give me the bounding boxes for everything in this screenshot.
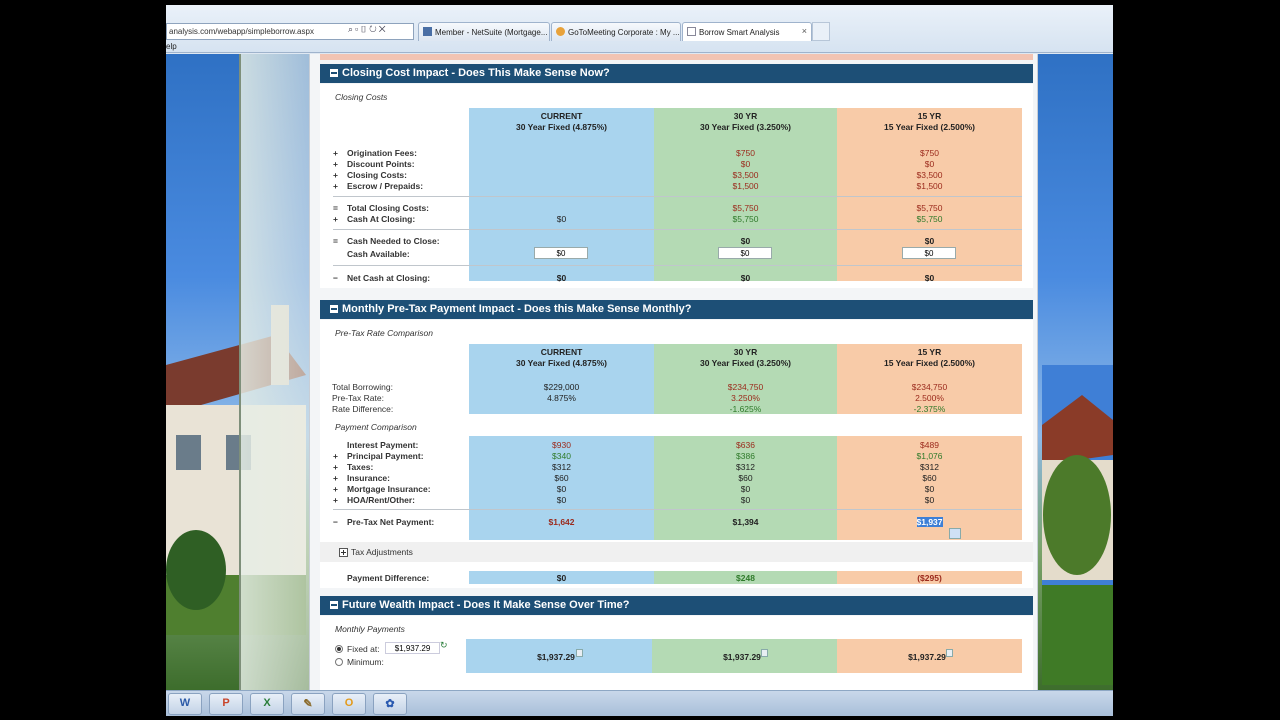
section-title: Closing Cost Impact - Does This Make Sen… [342, 67, 610, 79]
address-bar-icons[interactable]: ⌕▫▯↻✕ [348, 24, 388, 35]
payment-comparison-subtitle: Payment Comparison [335, 422, 417, 432]
tab-borrow-smart[interactable]: Borrow Smart Analysis × [682, 22, 812, 41]
fixed-amount-input[interactable]: $1,937.29 [385, 642, 440, 654]
section-title: Monthly Pre-Tax Payment Impact - Does th… [342, 303, 692, 315]
collapse-icon[interactable] [330, 69, 338, 77]
cash-available-current-input[interactable]: $0 [534, 247, 588, 259]
rate-comparison-subtitle: Pre-Tax Rate Comparison [335, 328, 433, 338]
excel-icon[interactable]: X [250, 693, 284, 715]
new-tab-button[interactable] [812, 22, 830, 41]
calculator-icon[interactable] [576, 649, 583, 657]
tab-label: Borrow Smart Analysis [699, 28, 780, 37]
column-header-15yr: 15 YR 15 Year Fixed (2.500%) [883, 111, 976, 132]
wealth-section-header[interactable]: Future Wealth Impact - Does It Make Sens… [320, 596, 1033, 615]
tab-netsuite[interactable]: Member - NetSuite (Mortgage... [418, 22, 550, 41]
close-icon[interactable]: × [802, 26, 807, 36]
address-text: analysis.com/webapp/simpleborrow.aspx [169, 27, 314, 36]
column-header-current: CURRENT 30 Year Fixed (4.875%) [515, 347, 608, 368]
search-icon[interactable]: ⌕ [348, 24, 355, 34]
tab-label: Member - NetSuite (Mortgage... [435, 28, 548, 37]
refresh-icon[interactable]: ↻ [369, 24, 379, 34]
calculator-icon[interactable] [761, 649, 768, 657]
tab-label: GoToMeeting Corporate : My ... [568, 28, 680, 37]
monthly-payments-subtitle: Monthly Payments [335, 624, 405, 634]
divider [333, 509, 1022, 510]
closing-section-header[interactable]: Closing Cost Impact - Does This Make Sen… [320, 64, 1033, 83]
closing-section-body: Closing Costs CURRENT 30 Year Fixed (4.87… [320, 84, 1033, 288]
browser-chrome: analysis.com/webapp/simpleborrow.aspx ⌕▫… [166, 5, 1113, 53]
closing-costs-subtitle: Closing Costs [335, 92, 388, 102]
compat-icon[interactable]: ▯ [360, 24, 369, 34]
word-icon[interactable]: W [168, 693, 202, 715]
network-icon[interactable]: ✿ [373, 693, 407, 715]
powerpoint-icon[interactable]: P [209, 693, 243, 715]
wealth-value-15yr: $1,937.29 [908, 652, 946, 662]
minimum-label: Minimum: [347, 657, 384, 667]
stop-icon[interactable]: ✕ [379, 24, 388, 34]
outlook-icon[interactable]: O [332, 693, 366, 715]
wealth-value-current: $1,937.29 [537, 652, 575, 662]
calculator-icon[interactable] [946, 649, 953, 657]
popup-icon[interactable] [949, 528, 961, 539]
menu-help[interactable]: elp [166, 42, 177, 51]
divider [333, 196, 1022, 197]
gotomeeting-icon [556, 27, 565, 36]
cash-available-30yr-input[interactable]: $0 [718, 247, 772, 259]
fixed-label: Fixed at: [347, 644, 380, 654]
tax-adjustments-row[interactable]: Tax Adjustments [320, 542, 1033, 562]
minimum-radio[interactable] [335, 658, 343, 666]
monthly-section-header[interactable]: Monthly Pre-Tax Payment Impact - Does th… [320, 300, 1033, 319]
selected-net-payment-15yr[interactable]: $1,937 [837, 517, 1022, 527]
tab-gotomeeting[interactable]: GoToMeeting Corporate : My ... [551, 22, 681, 41]
monthly-section-body: Pre-Tax Rate Comparison CURRENT 30 Year F… [320, 320, 1033, 588]
pen-icon[interactable]: ✎ [291, 693, 325, 715]
page-icon [687, 27, 696, 36]
divider [333, 265, 1022, 266]
column-header-30yr: 30 YR 30 Year Fixed (3.250%) [699, 347, 792, 368]
wealth-section-body: Monthly Payments Fixed at: $1,937.29 ↻ M… [320, 616, 1033, 690]
decorative-pillar [239, 54, 309, 690]
screen: analysis.com/webapp/simpleborrow.aspx ⌕▫… [166, 5, 1113, 716]
borrow-smart-panel: Closing Cost Impact - Does This Make Sen… [309, 54, 1038, 690]
netsuite-icon [423, 27, 432, 36]
collapse-icon[interactable] [330, 305, 338, 313]
refresh-icon[interactable]: ↻ [440, 640, 448, 651]
column-header-30yr: 30 YR 30 Year Fixed (3.250%) [699, 111, 792, 132]
house-image-right [1042, 365, 1113, 685]
divider [333, 229, 1022, 230]
expand-icon[interactable] [339, 548, 348, 557]
taskbar: W P X ✎ O ✿ [166, 690, 1113, 716]
cash-available-15yr-input[interactable]: $0 [902, 247, 956, 259]
top-strip [320, 54, 1033, 60]
collapse-icon[interactable] [330, 601, 338, 609]
wealth-value-30yr: $1,937.29 [723, 652, 761, 662]
section-title: Future Wealth Impact - Does It Make Sens… [342, 599, 630, 611]
fixed-radio[interactable] [335, 645, 343, 653]
column-header-current: CURRENT 30 Year Fixed (4.875%) [515, 111, 608, 132]
column-header-15yr: 15 YR 15 Year Fixed (2.500%) [883, 347, 976, 368]
